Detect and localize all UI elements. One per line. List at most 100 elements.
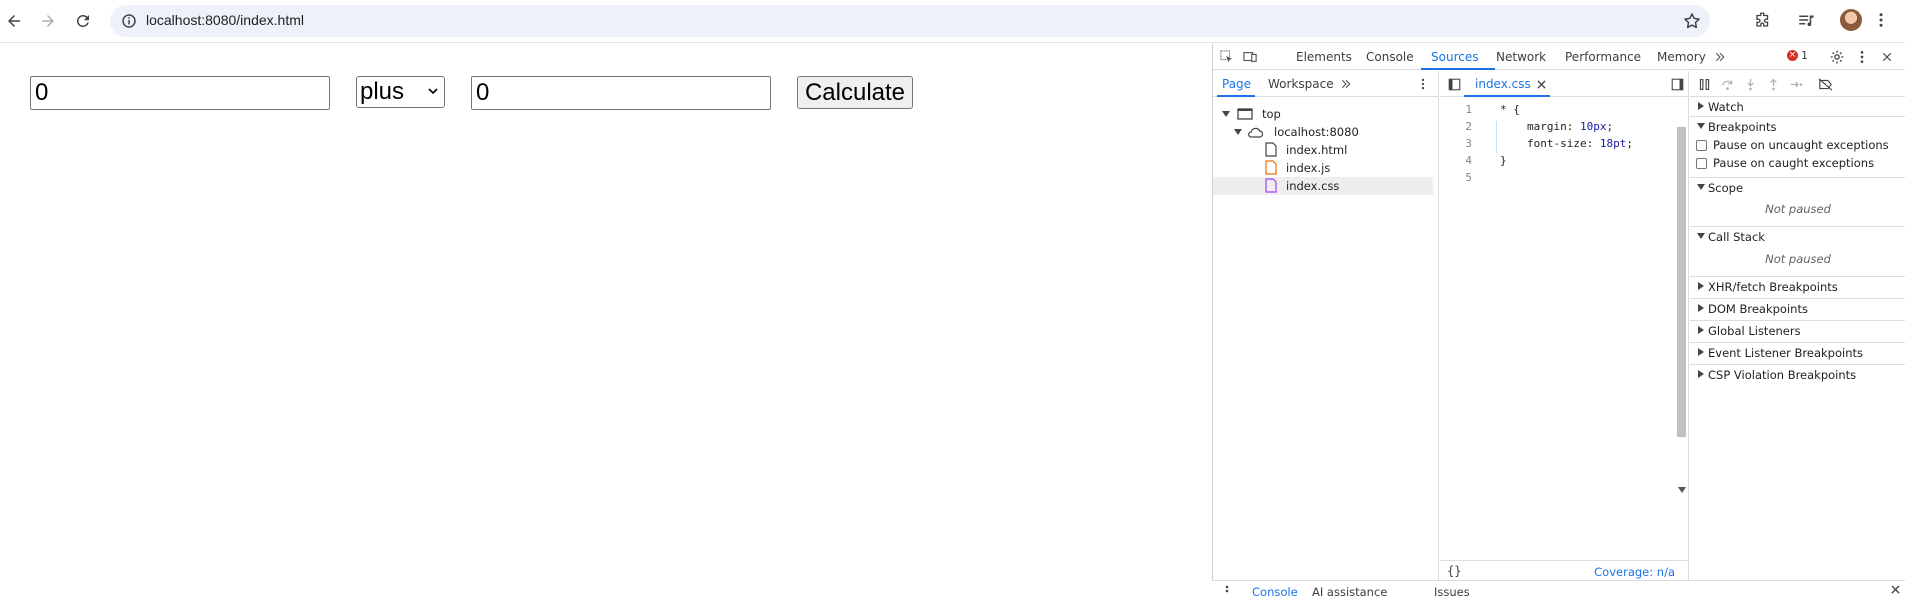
toggle-navigator-button[interactable]: [1445, 75, 1463, 93]
close-icon[interactable]: [1891, 585, 1900, 594]
double-chevron-right-icon: [1715, 52, 1725, 62]
tab-elements[interactable]: Elements: [1296, 50, 1352, 64]
section-watch[interactable]: Watch: [1690, 97, 1905, 117]
pause-caught-option[interactable]: Pause on caught exceptions: [1696, 156, 1874, 170]
tab-memory[interactable]: Memory: [1657, 50, 1706, 64]
tree-label-top: top: [1262, 107, 1281, 121]
tab-sources[interactable]: Sources: [1431, 50, 1478, 64]
drawer-tab-issues[interactable]: Issues: [1434, 585, 1470, 599]
section-dom-breakpoints[interactable]: DOM Breakpoints: [1690, 298, 1905, 318]
info-icon[interactable]: [120, 12, 138, 30]
toggle-debugger-button[interactable]: [1668, 75, 1686, 93]
tree-file-index-css[interactable]: index.css: [1213, 177, 1433, 195]
line-number[interactable]: 1: [1456, 103, 1472, 116]
drawer-menu-icon[interactable]: [1225, 585, 1229, 595]
debugger-sidebar: Watch Breakpoints Pause on uncaught exce…: [1690, 71, 1905, 596]
section-xhr-breakpoints[interactable]: XHR/fetch Breakpoints: [1690, 276, 1905, 296]
line-number[interactable]: 2: [1456, 120, 1472, 133]
more-button[interactable]: [1870, 9, 1892, 31]
tab-console[interactable]: Console: [1366, 50, 1414, 64]
avatar[interactable]: [1840, 9, 1862, 31]
close-icon[interactable]: [1537, 80, 1546, 89]
css-semicolon: ;: [1606, 120, 1614, 133]
expanded-triangle-icon: [1697, 184, 1705, 190]
tree-file-index-js[interactable]: index.js: [1213, 159, 1439, 177]
url-text[interactable]: localhost:8080/index.html: [146, 12, 304, 28]
deactivate-breakpoints-button[interactable]: [1816, 75, 1834, 93]
pause-caught-checkbox[interactable]: [1696, 158, 1707, 169]
devtools-menu-button[interactable]: [1853, 48, 1871, 66]
step-button[interactable]: [1787, 75, 1805, 93]
extensions-button[interactable]: [1752, 9, 1774, 31]
editor-scrollbar[interactable]: [1677, 127, 1686, 437]
editor-tab-index-css[interactable]: index.css: [1475, 77, 1531, 91]
section-breakpoints[interactable]: Breakpoints: [1690, 116, 1905, 136]
tree-node-host[interactable]: localhost:8080: [1213, 123, 1439, 141]
tree-node-top[interactable]: top: [1213, 105, 1439, 123]
step-over-button[interactable]: [1718, 75, 1736, 93]
line-number[interactable]: 4: [1456, 154, 1472, 167]
error-count-badge[interactable]: × 1: [1787, 49, 1808, 62]
address-bar[interactable]: localhost:8080/index.html: [110, 5, 1710, 37]
tab-workspace[interactable]: Workspace: [1268, 77, 1334, 91]
star-icon[interactable]: [1682, 11, 1702, 31]
pause-button[interactable]: [1695, 75, 1713, 93]
operator-select[interactable]: plus: [356, 76, 445, 108]
device-icon: [1243, 52, 1257, 62]
section-csp-breakpoints[interactable]: CSP Violation Breakpoints: [1690, 364, 1905, 384]
back-button[interactable]: [0, 7, 28, 35]
settings-button[interactable]: [1828, 48, 1846, 66]
section-scope[interactable]: Scope: [1690, 177, 1905, 197]
section-event-listener-breakpoints[interactable]: Event Listener Breakpoints: [1690, 342, 1905, 362]
editor-tabbar: index.css: [1440, 71, 1689, 97]
sidebar-left-icon: [1448, 78, 1460, 90]
scroll-down-icon[interactable]: [1678, 487, 1686, 493]
device-toolbar-button[interactable]: [1241, 48, 1259, 66]
step-into-button[interactable]: [1741, 75, 1759, 93]
tab-page[interactable]: Page: [1222, 77, 1251, 91]
file-name: index.js: [1286, 161, 1331, 175]
double-chevron-right-icon: [1341, 79, 1351, 89]
pretty-print-button[interactable]: {}: [1447, 564, 1461, 578]
forward-icon: [42, 15, 54, 27]
inspect-icon: [1220, 50, 1233, 63]
media-button[interactable]: [1795, 9, 1817, 31]
tab-performance[interactable]: Performance: [1565, 50, 1641, 64]
tree-file-index-html[interactable]: index.html: [1213, 141, 1439, 159]
code-line-4[interactable]: }: [1500, 154, 1507, 167]
step-out-button[interactable]: [1764, 75, 1782, 93]
calculate-button[interactable]: Calculate: [797, 76, 913, 109]
inspect-element-button[interactable]: [1218, 48, 1236, 66]
section-call-stack[interactable]: Call Stack: [1690, 226, 1905, 246]
code-line-3[interactable]: font-size: 18pt;: [1527, 137, 1633, 150]
drawer-tab-ai-assistance[interactable]: AI assistance: [1312, 585, 1387, 599]
css-value: 10px: [1579, 120, 1607, 133]
section-global-listeners[interactable]: Global Listeners: [1690, 320, 1905, 340]
code-line-2[interactable]: margin: 10px;: [1527, 120, 1613, 133]
pause-caught-label: Pause on caught exceptions: [1713, 156, 1875, 170]
tab-network[interactable]: Network: [1496, 50, 1546, 64]
file-name: index.html: [1286, 143, 1348, 157]
code-line-1[interactable]: * {: [1500, 103, 1520, 116]
expanded-triangle-icon: [1697, 123, 1705, 129]
breakpoint-off-icon: [1818, 77, 1832, 91]
line-number[interactable]: 5: [1456, 171, 1472, 184]
navigator-menu-button[interactable]: [1414, 75, 1432, 93]
indent-guide: [1496, 121, 1497, 153]
drawer-tab-console[interactable]: Console: [1252, 585, 1298, 599]
forward-button[interactable]: [34, 7, 62, 35]
more-tabs-button[interactable]: [1711, 48, 1729, 66]
pause-uncaught-checkbox[interactable]: [1696, 140, 1707, 151]
line-number[interactable]: 3: [1456, 137, 1472, 150]
navigator-more-button[interactable]: [1337, 75, 1355, 93]
expanded-triangle-icon: [1234, 129, 1242, 135]
close-devtools-button[interactable]: [1878, 48, 1896, 66]
step-icon: [1790, 81, 1802, 87]
coverage-status[interactable]: Coverage: n/a: [1594, 565, 1675, 579]
page-viewport: 0 plus 0 Calculate: [0, 44, 1212, 596]
collapsed-triangle-icon: [1698, 282, 1704, 290]
left-number-input[interactable]: 0: [30, 76, 330, 110]
pause-uncaught-option[interactable]: Pause on uncaught exceptions: [1696, 138, 1889, 152]
right-number-input[interactable]: 0: [471, 76, 771, 110]
reload-button[interactable]: [69, 7, 97, 35]
